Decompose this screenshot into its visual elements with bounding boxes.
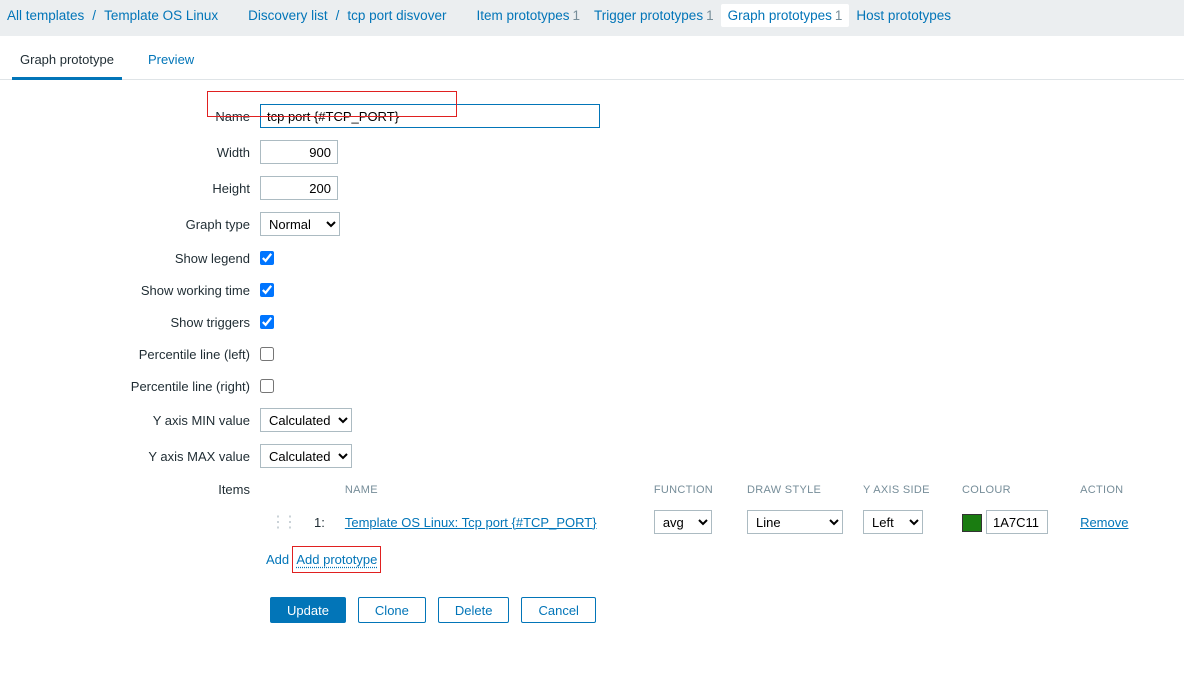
row-number: 1: — [314, 515, 325, 530]
percentile-right-checkbox[interactable] — [260, 379, 274, 393]
yaxis-side-select[interactable]: Left — [863, 510, 923, 534]
delete-button[interactable]: Delete — [438, 597, 510, 623]
col-colour: COLOUR — [952, 480, 1070, 504]
subtab-graph-prototype[interactable]: Graph prototype — [12, 46, 122, 80]
add-item-link[interactable]: Add — [266, 552, 289, 567]
col-function: FUNCTION — [644, 480, 737, 504]
form-subtabs: Graph prototype Preview — [0, 46, 1184, 80]
label-name: Name — [0, 109, 260, 124]
tab-item-prototypes[interactable]: Item prototypes1 — [469, 4, 587, 27]
crumb-discovery-list[interactable]: Discovery list — [241, 4, 335, 27]
remove-link[interactable]: Remove — [1080, 515, 1128, 530]
breadcrumb-bar: All templates / Template OS Linux Discov… — [0, 0, 1184, 36]
add-prototype-link[interactable]: Add prototype — [296, 552, 377, 567]
label-items: Items — [0, 480, 260, 497]
label-ymin: Y axis MIN value — [0, 413, 260, 428]
label-percentile-left: Percentile line (left) — [0, 347, 260, 362]
label-ymax: Y axis MAX value — [0, 449, 260, 464]
label-height: Height — [0, 181, 260, 196]
show-working-time-checkbox[interactable] — [260, 283, 274, 297]
label-show-working-time: Show working time — [0, 283, 260, 298]
col-draw-style: DRAW STYLE — [737, 480, 853, 504]
show-triggers-checkbox[interactable] — [260, 315, 274, 329]
subtab-preview[interactable]: Preview — [140, 46, 202, 79]
label-width: Width — [0, 145, 260, 160]
items-footer: Add Add prototype — [260, 540, 1150, 571]
label-percentile-right: Percentile line (right) — [0, 379, 260, 394]
crumb-rule[interactable]: tcp port disvover — [340, 4, 453, 27]
graph-type-select[interactable]: Normal — [260, 212, 340, 236]
crumb-template[interactable]: Template OS Linux — [97, 4, 225, 27]
clone-button[interactable]: Clone — [358, 597, 426, 623]
label-graph-type: Graph type — [0, 217, 260, 232]
tab-graph-prototypes[interactable]: Graph prototypes1 — [721, 4, 850, 27]
tab-trigger-prototypes[interactable]: Trigger prototypes1 — [587, 4, 721, 27]
ymin-select[interactable]: Calculated — [260, 408, 352, 432]
update-button[interactable]: Update — [270, 597, 346, 623]
cancel-button[interactable]: Cancel — [521, 597, 595, 623]
crumb-all-templates[interactable]: All templates — [0, 4, 91, 27]
colour-input[interactable] — [986, 510, 1048, 534]
label-show-triggers: Show triggers — [0, 315, 260, 330]
draw-style-select[interactable]: Line — [747, 510, 843, 534]
col-yaxis-side: Y AXIS SIDE — [853, 480, 952, 504]
item-row: ⋮⋮ 1: Template OS Linux: Tcp port {#TCP_… — [260, 504, 1140, 540]
colour-swatch[interactable] — [962, 514, 982, 532]
item-link[interactable]: Template OS Linux: Tcp port {#TCP_PORT} — [345, 515, 597, 530]
col-action: ACTION — [1070, 480, 1140, 504]
ymax-select[interactable]: Calculated — [260, 444, 352, 468]
graph-prototype-form: Name Width Height Graph type Normal Show… — [0, 80, 1150, 663]
function-select[interactable]: avg — [654, 510, 712, 534]
button-row: Update Clone Delete Cancel — [0, 597, 1150, 623]
name-input[interactable] — [260, 104, 600, 128]
items-table: NAME FUNCTION DRAW STYLE Y AXIS SIDE COL… — [260, 480, 1140, 540]
col-name: NAME — [335, 480, 644, 504]
tab-host-prototypes[interactable]: Host prototypes — [849, 4, 961, 27]
label-show-legend: Show legend — [0, 251, 260, 266]
percentile-left-checkbox[interactable] — [260, 347, 274, 361]
drag-handle-icon[interactable]: ⋮⋮ — [270, 514, 294, 531]
height-input[interactable] — [260, 176, 338, 200]
show-legend-checkbox[interactable] — [260, 251, 274, 265]
width-input[interactable] — [260, 140, 338, 164]
